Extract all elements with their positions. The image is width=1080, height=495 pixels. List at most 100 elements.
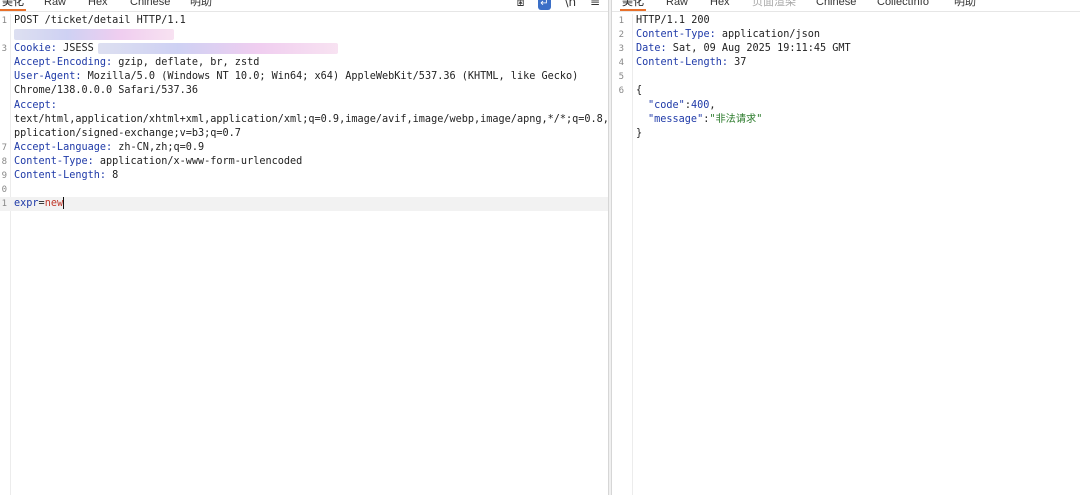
header-value: Mozilla/5.0 (Windows NT 10.0; Win64; x64… xyxy=(81,71,579,83)
line-text: Date: Sat, 09 Aug 2025 19:11:45 GMT xyxy=(636,42,851,56)
editor-line: 7 Accept-Language: zh-CN,zh;q=0.9 xyxy=(0,141,608,155)
line-number: 3 xyxy=(1,44,7,55)
menu-icon[interactable]: ≡ xyxy=(590,0,600,11)
editor-line: 2 Content-Type: application/json xyxy=(612,28,1080,42)
editor-line: 8 Content-Type: application/x-www-form-ur… xyxy=(0,155,608,169)
req-tab-hex[interactable]: Hex xyxy=(88,0,108,11)
hide-icon[interactable]: ⧆ xyxy=(517,0,525,11)
plain-text: pplication/signed-exchange;v=b3;q=0.7 xyxy=(14,127,241,139)
header-name: User-Agent: xyxy=(14,71,82,83)
header-name: Accept-Language: xyxy=(14,141,113,153)
request-toolbar-icons: ⧆ ↵ \n ≡ xyxy=(507,0,600,11)
resp-tab-hex[interactable]: Hex xyxy=(710,0,730,11)
editor-line: 4 Content-Length: 37 xyxy=(612,56,1080,70)
header-name: Accept-Encoding: xyxy=(14,57,113,69)
body-param-key: expr xyxy=(14,198,39,210)
plain-text: } xyxy=(636,127,643,139)
line-text: { xyxy=(636,84,642,98)
line-text: Cookie: JSESS xyxy=(14,42,338,56)
editor-line: text/html,application/xhtml+xml,applicat… xyxy=(0,113,608,127)
header-value: zh-CN,zh;q=0.9 xyxy=(112,141,205,153)
resp-tab-chinese[interactable]: Chinese xyxy=(816,0,856,11)
line-number: 5 xyxy=(618,72,624,83)
line-text: Accept: xyxy=(14,99,57,113)
resp-tab-pretty[interactable]: 美化 xyxy=(620,0,646,11)
line-text: Content-Length: 8 xyxy=(14,169,118,183)
line-number: 9 xyxy=(1,171,7,182)
header-value: gzip, deflate, br, zstd xyxy=(112,57,260,69)
request-pane: 美化 Raw Hex Chinese 明助 ⧆ ↵ \n ≡ 1 POST /ti… xyxy=(0,0,608,495)
line-number: 1 xyxy=(618,16,624,26)
plain-text: text/html,application/xhtml+xml,applicat… xyxy=(14,113,608,125)
req-tab-chinese[interactable]: Chinese xyxy=(130,0,170,11)
req-tab-raw[interactable]: Raw xyxy=(44,0,66,11)
header-value: Sat, 09 Aug 2025 19:11:45 GMT xyxy=(666,43,851,55)
line-text: Accept-Language: zh-CN,zh;q=0.9 xyxy=(14,141,204,155)
plain-text: Chrome/138.0.0.0 Safari/537.36 xyxy=(14,85,199,97)
resp-tab-collectinfo[interactable]: CollectInfo xyxy=(877,0,929,11)
redacted-block xyxy=(14,28,174,40)
line-number: 1 xyxy=(1,16,7,26)
resp-tab-helper[interactable]: 明助 xyxy=(954,0,976,11)
line-number: 7 xyxy=(1,142,7,153)
body-param-value: new xyxy=(44,198,64,210)
editor-line: 1 HTTP/1.1 200 xyxy=(612,14,1080,28)
line-text: text/html,application/xhtml+xml,applicat… xyxy=(14,113,608,127)
header-name: Content-Type: xyxy=(14,155,94,167)
line-number: 4 xyxy=(618,58,624,69)
line-text: HTTP/1.1 200 xyxy=(636,14,710,28)
editor-line: Accept-Encoding: gzip, deflate, br, zstd xyxy=(0,56,608,70)
plain-text: { xyxy=(636,85,643,97)
redacted-block xyxy=(97,42,338,54)
plain-text: HTTP/1.1 200 xyxy=(636,15,710,26)
editor-line: 6{ xyxy=(612,84,1080,98)
req-tab-pretty[interactable]: 美化 xyxy=(0,0,26,11)
header-name: Cookie: xyxy=(14,43,57,55)
editor-line: 0 xyxy=(0,183,608,197)
line-text: expr=new xyxy=(14,197,65,211)
newline-icon[interactable]: \n xyxy=(564,0,576,11)
header-value: 37 xyxy=(728,57,747,69)
response-view-tabs: 美化 Raw Hex 页面渲染 Chinese CollectInfo 明助 xyxy=(612,0,1080,11)
editor-line: 1 POST /ticket/detail HTTP/1.1 xyxy=(0,14,608,28)
response-pane: 美化 Raw Hex 页面渲染 Chinese CollectInfo 明助 1… xyxy=(612,0,1080,495)
line-text: pplication/signed-exchange;v=b3;q=0.7 xyxy=(14,127,241,141)
req-tab-helper[interactable]: 明助 xyxy=(190,0,212,11)
plain-text: POST /ticket/detail HTTP/1.1 xyxy=(14,15,186,26)
line-text: Content-Length: 37 xyxy=(636,56,746,70)
editor-line: "message":"非法请求" xyxy=(612,113,1080,127)
header-value: application/json xyxy=(715,29,821,41)
header-value: 8 xyxy=(106,170,119,182)
line-number: 6 xyxy=(618,86,624,97)
editor-line: 3 Date: Sat, 09 Aug 2025 19:11:45 GMT xyxy=(612,42,1080,56)
editor-line: 3 Cookie: JSESS xyxy=(0,42,608,56)
editor-line: "code":400, xyxy=(612,99,1080,113)
editor-line: Chrome/138.0.0.0 Safari/537.36 xyxy=(0,84,608,98)
line-number: 0 xyxy=(1,185,7,196)
resp-tab-render[interactable]: 页面渲染 xyxy=(752,0,796,11)
editor-line: Accept: xyxy=(0,99,608,113)
line-text: User-Agent: Mozilla/5.0 (Windows NT 10.0… xyxy=(14,70,578,84)
line-number: 8 xyxy=(1,156,7,167)
line-text xyxy=(14,28,174,42)
editor-line: User-Agent: Mozilla/5.0 (Windows NT 10.0… xyxy=(0,70,608,84)
request-editor[interactable]: 1 POST /ticket/detail HTTP/1.1 3 Cookie: JS… xyxy=(0,14,608,212)
json-string: "非法请求" xyxy=(709,113,763,125)
resp-tab-raw[interactable]: Raw xyxy=(666,0,688,11)
line-number: 2 xyxy=(618,30,624,41)
line-text: "message":"非法请求" xyxy=(636,113,762,127)
line-text: Content-Type: application/json xyxy=(636,28,820,42)
line-number: 3 xyxy=(618,44,624,55)
header-name: Content-Length: xyxy=(636,57,729,69)
wrap-lines-icon[interactable]: ↵ xyxy=(538,0,551,10)
header-name: Content-Type: xyxy=(636,29,716,41)
editor-line: } xyxy=(612,127,1080,141)
editor-line: 1 expr=new xyxy=(0,197,608,212)
text-caret xyxy=(63,197,65,210)
header-value: JSESS xyxy=(56,43,94,55)
line-number: 1 xyxy=(1,199,7,210)
line-text: Chrome/138.0.0.0 Safari/537.36 xyxy=(14,84,198,98)
line-text: Accept-Encoding: gzip, deflate, br, zstd xyxy=(14,56,259,70)
editor-line xyxy=(0,28,608,42)
line-text: Content-Type: application/x-www-form-url… xyxy=(14,155,302,169)
